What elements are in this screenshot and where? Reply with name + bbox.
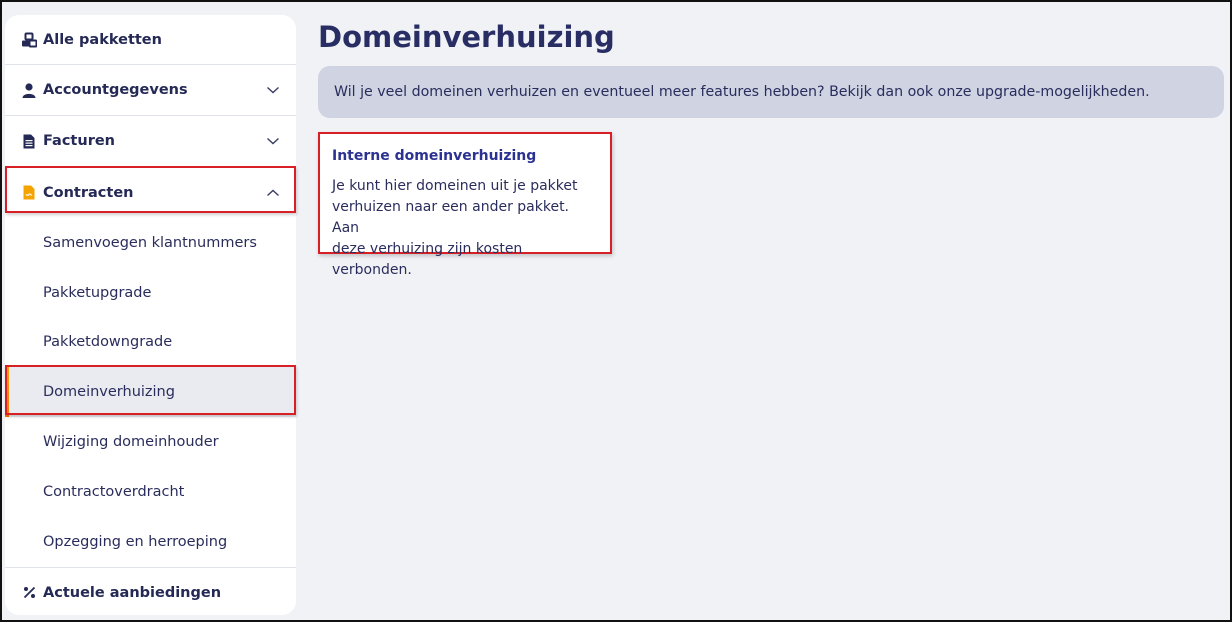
main-content: Domeinverhuizing Wil je veel domeinen ve… (318, 14, 1224, 278)
internal-transfer-card[interactable]: Interne domeinverhuizing Je kunt hier do… (318, 132, 612, 278)
info-banner-text: Wil je veel domeinen verhuizen en eventu… (334, 84, 1150, 100)
card-description: Je kunt hier domeinen uit je pakket verh… (332, 176, 598, 281)
percent-icon (21, 585, 37, 601)
sub-item-contractoverdracht[interactable]: Contractoverdracht (5, 467, 296, 517)
nav-actuele-aanbiedingen-label: Actuele aanbiedingen (43, 584, 222, 601)
card-description-line: Je kunt hier domeinen uit je pakket (332, 178, 578, 194)
nav-actuele-aanbiedingen[interactable]: Actuele aanbiedingen (5, 568, 296, 615)
sub-item-domeinverhuizing[interactable]: Domeinverhuizing (5, 367, 296, 418)
page-title: Domeinverhuizing (318, 20, 615, 54)
sub-item-pakketupgrade[interactable]: Pakketupgrade (5, 268, 296, 318)
packages-icon (21, 32, 37, 48)
nav-contracten-label: Contracten (43, 184, 134, 201)
nav-all-packages-label: Alle pakketten (43, 31, 162, 48)
nav-facturen[interactable]: Facturen (5, 116, 296, 167)
chevron-up-icon (267, 189, 279, 196)
chevron-down-icon (267, 86, 279, 94)
sub-item-samenvoegen[interactable]: Samenvoegen klantnummers (5, 218, 296, 268)
sidebar: Alle pakketten Accountgegevens Facturen (5, 15, 296, 615)
contract-submenu: Samenvoegen klantnummers Pakketupgrade P… (5, 218, 296, 568)
invoice-icon (21, 133, 37, 149)
nav-contracten[interactable]: Contracten (5, 167, 296, 218)
sub-item-opzegging[interactable]: Opzegging en herroeping (5, 517, 296, 567)
sub-item-pakketdowngrade[interactable]: Pakketdowngrade (5, 318, 296, 368)
nav-accountgegevens[interactable]: Accountgegevens (5, 65, 296, 116)
info-banner: Wil je veel domeinen verhuizen en eventu… (318, 66, 1224, 118)
contract-icon (21, 185, 37, 201)
card-title[interactable]: Interne domeinverhuizing (332, 148, 598, 164)
sub-item-wijziging-domeinhouder[interactable]: Wijziging domeinhouder (5, 417, 296, 467)
card-description-line: verhuizen naar een ander pakket. Aan (332, 199, 570, 236)
chevron-down-icon (267, 137, 279, 145)
card-description-line: deze verhuizing zijn kosten verbonden. (332, 241, 523, 278)
nav-facturen-label: Facturen (43, 133, 115, 149)
nav-all-packages[interactable]: Alle pakketten (5, 15, 296, 65)
user-icon (21, 82, 37, 98)
nav-accountgegevens-label: Accountgegevens (43, 82, 188, 98)
